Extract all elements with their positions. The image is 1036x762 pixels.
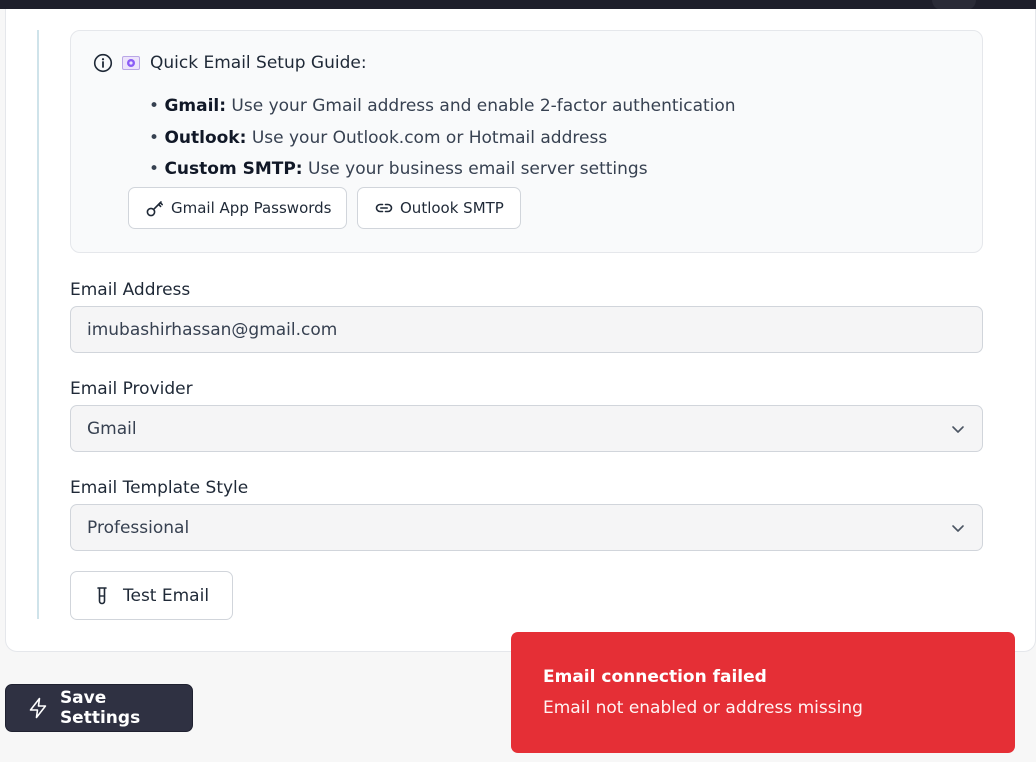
email-emoji-icon: [122, 56, 140, 70]
email-template-style-value: Professional: [87, 517, 190, 538]
guide-item-text: Use your business email server settings: [302, 159, 648, 179]
toast-title: Email connection failed: [543, 667, 767, 687]
email-template-style-select[interactable]: Professional: [70, 504, 983, 551]
info-icon: [93, 53, 113, 73]
test-tube-icon: [97, 586, 107, 604]
outlook-smtp-button[interactable]: Outlook SMTP: [357, 187, 521, 229]
guide-item-label: Custom SMTP:: [164, 159, 303, 179]
gmail-app-passwords-button[interactable]: Gmail App Passwords: [128, 187, 347, 229]
top-bar: [0, 0, 1036, 10]
guide-item-label: Gmail:: [164, 96, 227, 116]
guide-item-label: Outlook:: [164, 127, 247, 148]
setup-guide-panel: Quick Email Setup Guide: • Gmail: Use yo…: [70, 30, 983, 253]
section-indent-rule: [37, 30, 39, 619]
email-template-style-label: Email Template Style: [70, 478, 249, 498]
guide-item-text: Use your Gmail address and enable 2-fact…: [226, 96, 736, 116]
setup-guide-list: • Gmail: Use your Gmail address and enab…: [149, 91, 736, 186]
setup-guide-title: Quick Email Setup Guide:: [150, 53, 367, 73]
setup-guide-header: Quick Email Setup Guide:: [93, 51, 367, 75]
lightning-icon: [29, 697, 47, 719]
save-settings-label: Save Settings: [59, 688, 141, 728]
gmail-app-passwords-label: Gmail App Passwords: [171, 199, 332, 217]
guide-item-custom-smtp: • Custom SMTP: Use your business email s…: [149, 159, 648, 179]
outlook-smtp-label: Outlook SMTP: [400, 199, 504, 217]
guide-item-text: Use your Outlook.com or Hotmail address: [246, 127, 608, 148]
link-icon: [375, 203, 393, 213]
key-icon: [146, 201, 164, 217]
email-provider-label: Email Provider: [70, 379, 193, 399]
chevron-down-icon: [950, 421, 966, 437]
error-toast[interactable]: Email connection failed Email not enable…: [511, 632, 1015, 753]
save-settings-button[interactable]: Save Settings: [5, 684, 193, 732]
email-provider-value: Gmail: [87, 418, 137, 439]
email-address-input[interactable]: [70, 306, 983, 353]
test-email-button[interactable]: Test Email: [70, 571, 233, 620]
guide-item-gmail: • Gmail: Use your Gmail address and enab…: [149, 96, 736, 116]
email-provider-select[interactable]: Gmail: [70, 405, 983, 452]
email-address-label: Email Address: [70, 280, 191, 300]
guide-item-outlook: • Outlook: Use your Outlook.com or Hotma…: [149, 127, 608, 148]
test-email-label: Test Email: [123, 585, 210, 606]
chevron-down-icon: [950, 520, 966, 536]
toast-message: Email not enabled or address missing: [543, 698, 863, 718]
